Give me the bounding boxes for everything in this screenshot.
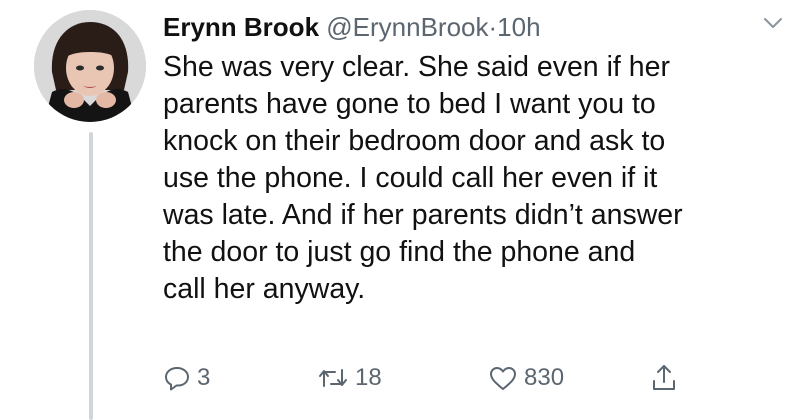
reply-button[interactable]: 3 [163, 358, 210, 398]
tweet-text-line: was late. And if her parents didn’t answ… [163, 199, 683, 231]
share-icon [650, 363, 678, 393]
handle[interactable]: @ErynnBrook [326, 12, 488, 42]
like-button[interactable]: 830 [488, 358, 564, 398]
tweet-text-line: She was very clear. She said even if her [163, 51, 670, 83]
share-button[interactable] [650, 358, 678, 398]
tweet: Erynn Brook @ErynnBrook·10h She was very… [0, 0, 800, 420]
display-name[interactable]: Erynn Brook [163, 12, 319, 42]
tweet-header: Erynn Brook @ErynnBrook·10h [163, 8, 784, 46]
like-count: 830 [524, 364, 565, 391]
thread-line [89, 132, 93, 420]
tweet-text-line: call her anyway. [163, 273, 366, 305]
chevron-down-icon[interactable] [762, 12, 784, 34]
heart-icon [488, 364, 518, 392]
tweet-text-line: the door to just go find the phone and [163, 236, 636, 268]
tweet-text-line: use the phone. I could call her even if … [163, 162, 658, 194]
tweet-text-line: parents have gone to bed I want you to [163, 88, 656, 120]
separator-dot: · [488, 12, 498, 42]
retweet-button[interactable]: 18 [317, 358, 382, 398]
avatar-photo [34, 10, 146, 122]
retweet-icon [317, 364, 349, 392]
tweet-text: She was very clear. She said even if her… [163, 49, 783, 308]
avatar[interactable] [34, 10, 146, 122]
tweet-actions: 3 18 830 [163, 358, 723, 398]
timestamp[interactable]: 10h [497, 12, 540, 42]
reply-icon [163, 364, 191, 392]
reply-count: 3 [197, 364, 211, 391]
retweet-count: 18 [355, 364, 382, 391]
tweet-text-line: knock on their bedroom door and ask to [163, 125, 666, 157]
